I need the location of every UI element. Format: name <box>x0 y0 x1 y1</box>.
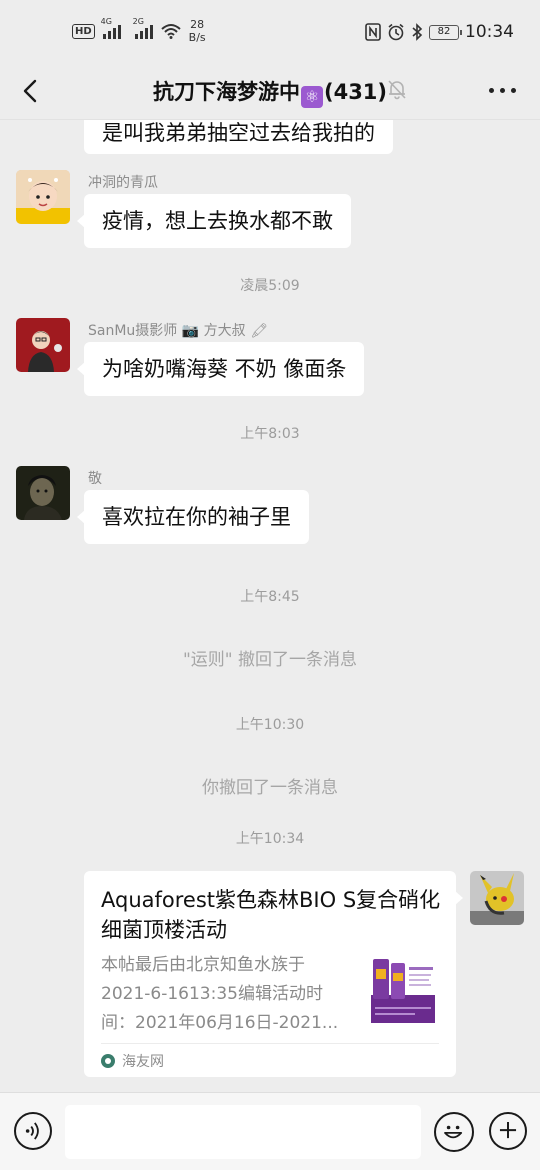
avatar-image <box>16 318 70 372</box>
link-source-name: 海友网 <box>122 1054 164 1070</box>
timestamp: 凌晨5:09 <box>240 278 300 294</box>
my-avatar[interactable] <box>470 871 524 925</box>
avatar[interactable] <box>16 318 70 372</box>
message-text: 疫情，想上去换水都不敢 <box>102 209 333 233</box>
nfc-icon <box>365 23 381 41</box>
hd-indicator: HD <box>72 23 95 39</box>
emoji-button[interactable] <box>434 1112 474 1152</box>
clock: 10:34 <box>465 22 514 42</box>
network-speed: 28 B/s <box>189 18 206 44</box>
message-text: 为啥奶嘴海葵 不奶 像面条 <box>102 357 347 381</box>
recall-notice: "运则" 撤回了一条消息 <box>182 650 358 670</box>
speed-value: 28 <box>190 18 205 31</box>
chat-title: 抗刀下海梦游中 ⚛ (431) <box>0 76 540 108</box>
message-input[interactable] <box>65 1105 421 1159</box>
sender-name: SanMu摄影师 📷 方大叔 🖍 <box>88 323 268 339</box>
link-source: 海友网 <box>101 1051 164 1071</box>
voice-button[interactable] <box>14 1112 52 1150</box>
message-bubble[interactable]: 疫情，想上去换水都不敢 <box>77 194 351 248</box>
message-bubble[interactable]: 喜欢拉在你的袖子里 <box>77 490 309 544</box>
battery-level: 82 <box>437 25 451 37</box>
signal-label: 4G <box>100 17 112 26</box>
wifi-icon <box>161 24 181 39</box>
emoji-icon <box>444 1125 463 1139</box>
avatar-image <box>16 466 70 520</box>
message-text: 是叫我弟弟抽空过去给我拍的 <box>102 121 375 145</box>
message-bubble[interactable]: 为啥奶嘴海葵 不奶 像面条 <box>76 342 365 396</box>
alarm-icon <box>388 23 404 41</box>
member-count: (431) <box>323 80 388 104</box>
timestamp: 上午10:30 <box>235 717 305 733</box>
link-card-description: 本帖最后由北京知鱼水族于2021-6-1613:35编辑活动时间：2021年06… <box>101 955 339 1033</box>
product-thumbnail <box>369 955 437 1025</box>
battery-icon: 82 <box>429 24 462 40</box>
chat-area[interactable]: 是叫我弟弟抽空过去给我拍的 冲洞的青瓜 疫情，想上去换水都不敢 凌晨5:09 S… <box>0 120 540 1092</box>
source-logo-icon <box>101 1054 115 1068</box>
more-functions-button[interactable] <box>489 1112 527 1150</box>
speed-unit: B/s <box>188 31 206 44</box>
atom-emoji-icon: ⚛ <box>300 86 323 108</box>
timestamp: 上午8:03 <box>240 426 300 442</box>
status-left: HD 4G 2G 28 B/s <box>72 17 206 44</box>
sender-name: 敬 <box>88 471 102 487</box>
signal-icon: 4G <box>101 17 121 39</box>
avatar-image <box>16 170 70 224</box>
status-right: 82 10:34 <box>365 22 514 42</box>
chat-header: 抗刀下海梦游中 ⚛ (431) <box>0 64 540 120</box>
divider <box>101 1043 439 1044</box>
voice-icon <box>25 1122 39 1140</box>
signal-label: 2G <box>132 17 144 26</box>
message-text: 喜欢拉在你的袖子里 <box>102 505 291 529</box>
mute-bell-icon <box>388 80 406 100</box>
avatar[interactable] <box>16 466 70 520</box>
bluetooth-icon <box>412 23 423 41</box>
timestamp: 上午8:45 <box>240 589 300 605</box>
timestamp: 上午10:34 <box>235 831 305 847</box>
more-options-button[interactable] <box>489 88 516 93</box>
status-bar: HD 4G 2G 28 B/s 82 10:34 <box>0 0 540 64</box>
link-card-title: Aquaforest紫色森林BIO S复合硝化细菌顶楼活动 <box>101 888 441 942</box>
recall-notice: 你撤回了一条消息 <box>202 778 338 798</box>
plus-icon <box>499 1122 517 1139</box>
chat-title-text: 抗刀下海梦游中 <box>152 80 300 104</box>
sender-name: 冲洞的青瓜 <box>88 175 158 191</box>
message-bubble[interactable]: 是叫我弟弟抽空过去给我拍的 <box>84 120 393 154</box>
input-bar <box>0 1092 540 1170</box>
link-card[interactable]: Aquaforest紫色森林BIO S复合硝化细菌顶楼活动 本帖最后由北京知鱼水… <box>84 871 463 1077</box>
avatar-image <box>470 871 524 925</box>
signal-icon: 2G <box>133 17 153 39</box>
avatar[interactable] <box>16 170 70 224</box>
